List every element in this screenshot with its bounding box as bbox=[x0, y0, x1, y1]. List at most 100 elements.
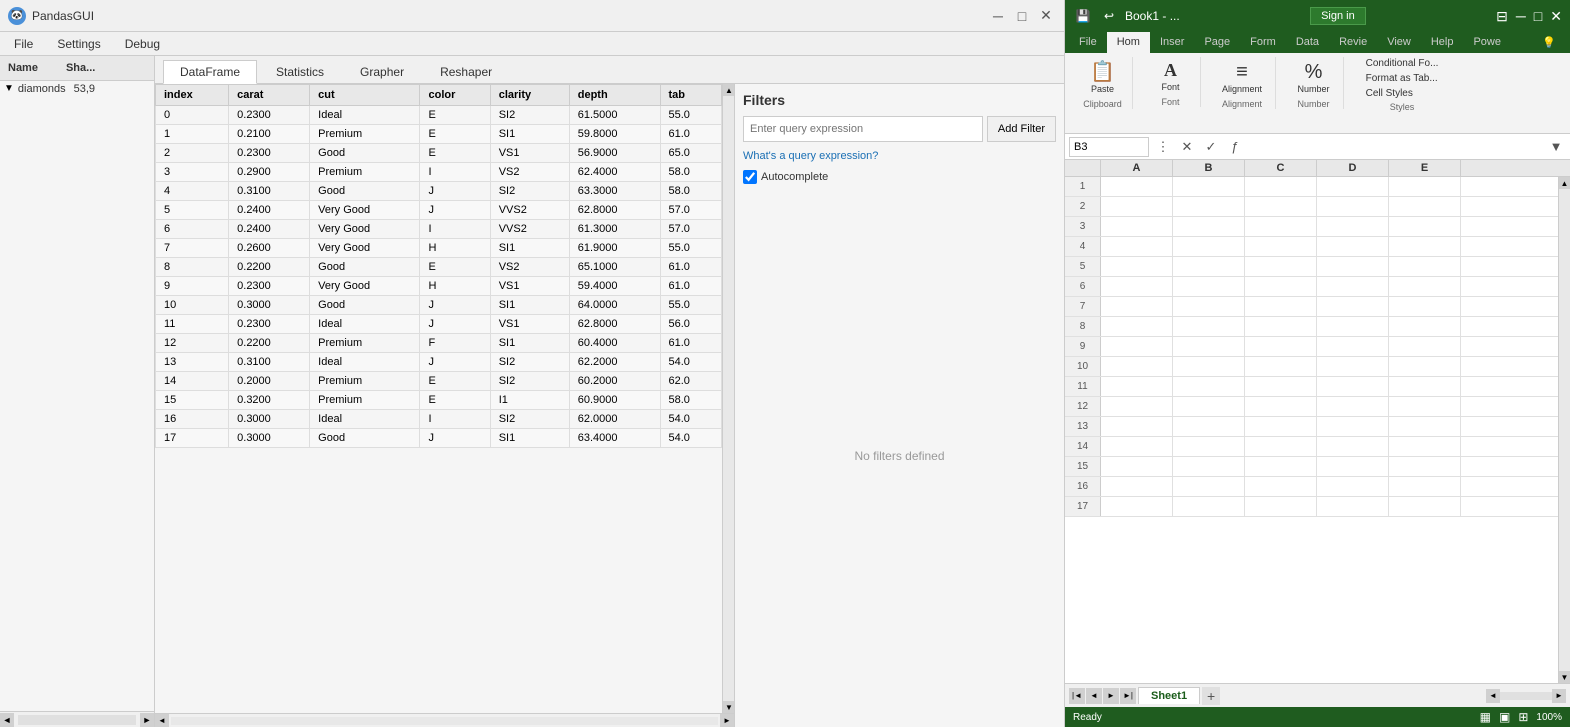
sheet-cell-B8[interactable] bbox=[1173, 317, 1245, 336]
sheet-cell-D5[interactable] bbox=[1317, 257, 1389, 276]
sheet-cell-B7[interactable] bbox=[1173, 297, 1245, 316]
formula-confirm-icon[interactable]: ✓ bbox=[1201, 137, 1221, 157]
sheet-cell-C14[interactable] bbox=[1245, 437, 1317, 456]
sheet-cell-C8[interactable] bbox=[1245, 317, 1317, 336]
table-cell[interactable]: Very Good bbox=[310, 277, 420, 296]
table-cell[interactable]: 0.2400 bbox=[229, 220, 310, 239]
sheet-cell-C5[interactable] bbox=[1245, 257, 1317, 276]
sheet-cell-A14[interactable] bbox=[1101, 437, 1173, 456]
sheet-cell-E4[interactable] bbox=[1389, 237, 1461, 256]
sheet-cell-B1[interactable] bbox=[1173, 177, 1245, 196]
sheet-cell-C11[interactable] bbox=[1245, 377, 1317, 396]
sheet-cell-E3[interactable] bbox=[1389, 217, 1461, 236]
table-cell[interactable]: Ideal bbox=[310, 106, 420, 125]
table-cell[interactable]: 62.8000 bbox=[569, 315, 660, 334]
sheet-nav-last[interactable]: ►| bbox=[1120, 688, 1136, 704]
sheet-cell-D2[interactable] bbox=[1317, 197, 1389, 216]
sheet-cell-E17[interactable] bbox=[1389, 497, 1461, 516]
ribbon-tab-help[interactable]: Help bbox=[1421, 32, 1464, 53]
table-row[interactable]: 160.3000IdealISI262.000054.0 bbox=[156, 410, 722, 429]
table-cell[interactable]: 16 bbox=[156, 410, 229, 429]
table-cell[interactable]: 54.0 bbox=[660, 410, 721, 429]
table-cell[interactable]: E bbox=[420, 258, 490, 277]
table-cell[interactable]: SI1 bbox=[490, 239, 569, 258]
sheet-cell-A4[interactable] bbox=[1101, 237, 1173, 256]
cell-styles-button[interactable]: Cell Styles bbox=[1362, 87, 1443, 100]
sheet-cell-B5[interactable] bbox=[1173, 257, 1245, 276]
scroll-right-btn[interactable]: ► bbox=[140, 713, 154, 727]
sheet-cell-B14[interactable] bbox=[1173, 437, 1245, 456]
sheet-cell-C9[interactable] bbox=[1245, 337, 1317, 356]
table-row[interactable]: 130.3100IdealJSI262.200054.0 bbox=[156, 353, 722, 372]
sheet-cell-D14[interactable] bbox=[1317, 437, 1389, 456]
sheet-cell-A7[interactable] bbox=[1101, 297, 1173, 316]
menu-file[interactable]: File bbox=[8, 35, 39, 53]
table-cell[interactable]: 61.3000 bbox=[569, 220, 660, 239]
table-cell[interactable]: H bbox=[420, 277, 490, 296]
table-cell[interactable]: 9 bbox=[156, 277, 229, 296]
table-cell[interactable]: 0.2300 bbox=[229, 144, 310, 163]
minimize-button[interactable]: ─ bbox=[988, 6, 1008, 26]
table-cell[interactable]: I bbox=[420, 410, 490, 429]
table-cell[interactable]: SI1 bbox=[490, 429, 569, 448]
ribbon-tab-data[interactable]: Data bbox=[1286, 32, 1329, 53]
sheet-cell-A9[interactable] bbox=[1101, 337, 1173, 356]
sheet-nav-first[interactable]: |◄ bbox=[1069, 688, 1085, 704]
sheet-nav-next[interactable]: ► bbox=[1103, 688, 1119, 704]
excel-save-icon[interactable]: 💾 bbox=[1073, 6, 1093, 26]
table-cell[interactable]: 0.3000 bbox=[229, 410, 310, 429]
sheet-cell-E12[interactable] bbox=[1389, 397, 1461, 416]
table-cell[interactable]: 63.3000 bbox=[569, 182, 660, 201]
formula-input-field[interactable] bbox=[1249, 137, 1542, 157]
table-cell[interactable]: J bbox=[420, 296, 490, 315]
h-scroll-right-btn[interactable]: ► bbox=[720, 714, 734, 727]
ribbon-tab-view[interactable]: View bbox=[1377, 32, 1421, 53]
formula-insert-fn-icon[interactable]: ƒ bbox=[1225, 137, 1245, 157]
col-header-tab[interactable]: tab bbox=[660, 85, 721, 106]
table-cell[interactable]: 0.3200 bbox=[229, 391, 310, 410]
excel-undo-icon[interactable]: ↩ bbox=[1099, 6, 1119, 26]
sheet-cell-A17[interactable] bbox=[1101, 497, 1173, 516]
sheet-tab-sheet1[interactable]: Sheet1 bbox=[1138, 687, 1200, 704]
sheet-cell-E5[interactable] bbox=[1389, 257, 1461, 276]
sheet-cell-E7[interactable] bbox=[1389, 297, 1461, 316]
sheet-cell-D9[interactable] bbox=[1317, 337, 1389, 356]
table-cell[interactable]: Premium bbox=[310, 163, 420, 182]
table-cell[interactable]: 60.9000 bbox=[569, 391, 660, 410]
table-cell[interactable]: 13 bbox=[156, 353, 229, 372]
table-row[interactable]: 00.2300IdealESI261.500055.0 bbox=[156, 106, 722, 125]
cell-reference-box[interactable]: B3 bbox=[1069, 137, 1149, 157]
sheet-cell-D6[interactable] bbox=[1317, 277, 1389, 296]
excel-h-scroll-left[interactable]: ◄ bbox=[1486, 689, 1500, 703]
col-header-E[interactable]: E bbox=[1389, 160, 1461, 176]
sheet-cell-A15[interactable] bbox=[1101, 457, 1173, 476]
sheet-cell-C4[interactable] bbox=[1245, 237, 1317, 256]
sheet-cell-D7[interactable] bbox=[1317, 297, 1389, 316]
sheet-cell-E8[interactable] bbox=[1389, 317, 1461, 336]
table-cell[interactable]: 58.0 bbox=[660, 391, 721, 410]
table-cell[interactable]: 0.3100 bbox=[229, 182, 310, 201]
sheet-cell-B2[interactable] bbox=[1173, 197, 1245, 216]
table-cell[interactable]: VVS2 bbox=[490, 201, 569, 220]
table-cell[interactable]: 5 bbox=[156, 201, 229, 220]
excel-h-scroll-right[interactable]: ► bbox=[1552, 689, 1566, 703]
table-cell[interactable]: 0.3000 bbox=[229, 296, 310, 315]
sheet-cell-B13[interactable] bbox=[1173, 417, 1245, 436]
table-cell[interactable]: 55.0 bbox=[660, 106, 721, 125]
table-row[interactable]: 150.3200PremiumEI160.900058.0 bbox=[156, 391, 722, 410]
table-cell[interactable]: 0.2400 bbox=[229, 201, 310, 220]
table-cell[interactable]: 65.0 bbox=[660, 144, 721, 163]
sheet-cell-E13[interactable] bbox=[1389, 417, 1461, 436]
table-cell[interactable]: 0.2200 bbox=[229, 334, 310, 353]
sheet-cell-D4[interactable] bbox=[1317, 237, 1389, 256]
table-row[interactable]: 10.2100PremiumESI159.800061.0 bbox=[156, 125, 722, 144]
sheet-cell-C16[interactable] bbox=[1245, 477, 1317, 496]
table-cell[interactable]: SI2 bbox=[490, 182, 569, 201]
table-cell[interactable]: VS2 bbox=[490, 258, 569, 277]
query-expression-link[interactable]: What's a query expression? bbox=[743, 150, 1056, 162]
excel-close-button[interactable]: ✕ bbox=[1550, 8, 1562, 25]
sheet-cell-D12[interactable] bbox=[1317, 397, 1389, 416]
ribbon-tab-page[interactable]: Page bbox=[1194, 32, 1240, 53]
table-cell[interactable]: J bbox=[420, 182, 490, 201]
sheet-cell-A11[interactable] bbox=[1101, 377, 1173, 396]
